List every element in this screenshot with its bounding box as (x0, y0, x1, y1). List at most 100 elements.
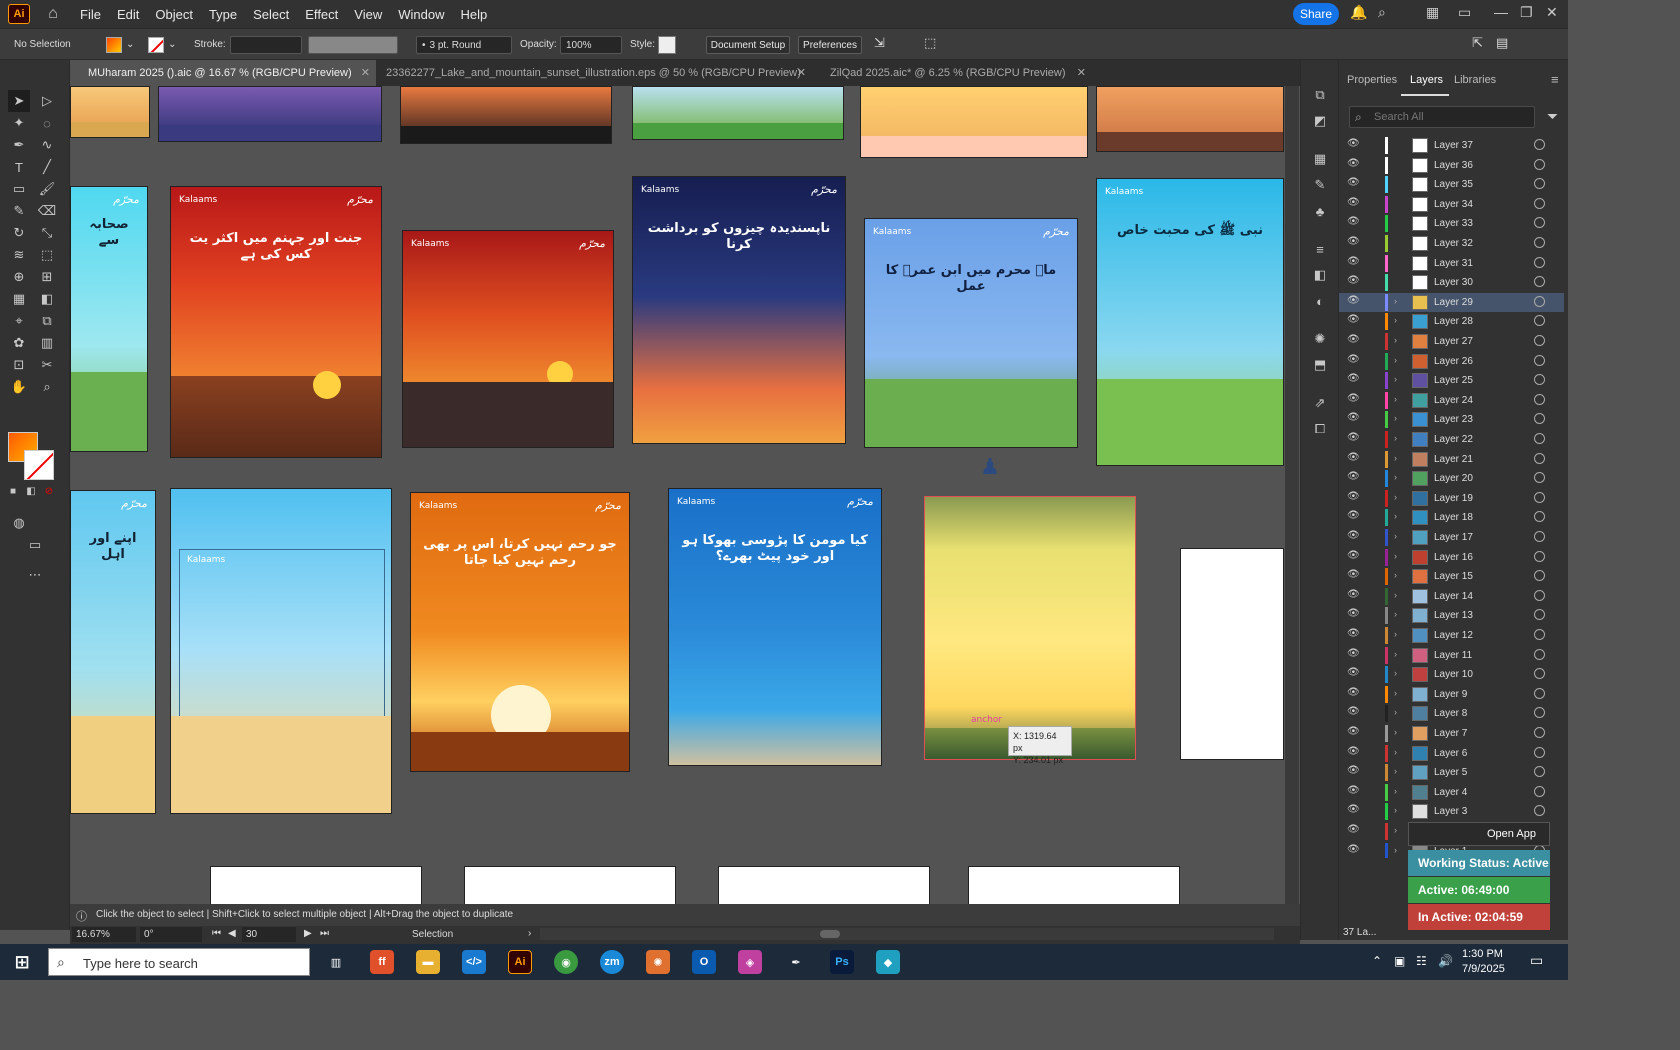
pen-tool-icon[interactable]: ✒ (8, 134, 30, 156)
stroke-swatch[interactable] (148, 37, 164, 53)
menu-object[interactable]: Object (155, 7, 193, 22)
slice-tool-icon[interactable]: ✂ (36, 354, 58, 376)
chevron-right-icon[interactable]: › (1394, 727, 1397, 737)
close-icon[interactable]: ✕ (1077, 66, 1086, 79)
selection-tool-icon[interactable]: ➤ (8, 90, 30, 112)
chevron-right-icon[interactable]: › (1394, 766, 1397, 776)
previous-artboard-icon[interactable]: ◀ (228, 928, 236, 939)
layer-name[interactable]: Layer 30 (1434, 277, 1473, 288)
symbols-panel-icon[interactable]: ♣ (1309, 200, 1331, 222)
draw-mode-icon[interactable]: ◍ (8, 512, 30, 534)
arrange-icon[interactable]: ⇲ (874, 35, 885, 51)
artboard[interactable]: Kalaams نبی ﷺ کی محبت خاص (1096, 178, 1284, 466)
target-icon[interactable] (1534, 648, 1545, 660)
layer-name[interactable]: Layer 36 (1434, 160, 1473, 171)
paintbrush-icon[interactable]: 🖌 (36, 178, 58, 200)
opacity-field[interactable]: 100% (560, 36, 622, 54)
layer-row[interactable]: 👁 › Layer 27 (1339, 332, 1564, 351)
target-icon[interactable] (1534, 609, 1545, 621)
tab-muharam-2025[interactable]: MUharam 2025 ().aic @ 16.67 % (RGB/CPU P… (70, 60, 376, 86)
artboard[interactable]: Kalaams محرّم (402, 230, 614, 448)
share-button[interactable]: Share (1293, 3, 1339, 25)
wifi-icon[interactable]: ☷ (1416, 954, 1427, 968)
chevron-right-icon[interactable]: › (1394, 805, 1397, 815)
windows-start-icon[interactable]: ⊞ (10, 950, 34, 974)
tab-layers[interactable]: Layers (1410, 74, 1443, 86)
perspective-grid-icon[interactable]: ⊞ (36, 266, 58, 288)
zoom-icon[interactable]: zm (600, 950, 624, 974)
stroke-color-icon[interactable] (24, 450, 54, 480)
layer-row[interactable]: 👁 › Layer 7 (1339, 724, 1564, 743)
layer-name[interactable]: Layer 24 (1434, 395, 1473, 406)
layer-row[interactable]: 👁 › Layer 6 (1339, 744, 1564, 763)
eye-icon[interactable]: 👁 (1347, 687, 1361, 701)
target-icon[interactable] (1534, 727, 1545, 738)
layer-row[interactable]: 👁 › Layer 17 (1339, 528, 1564, 547)
stroke-panel-icon[interactable]: ≡ (1309, 238, 1331, 260)
file-explorer-icon[interactable]: ▬ (416, 950, 440, 974)
target-icon[interactable] (1534, 413, 1545, 425)
menu-edit[interactable]: Edit (117, 7, 139, 22)
gradient-panel-icon[interactable]: ◧ (1309, 264, 1331, 286)
screen-mode-icon[interactable]: ▭ (24, 534, 46, 556)
pen-app-icon[interactable]: ✒ (784, 950, 808, 974)
layer-name[interactable]: Layer 18 (1434, 512, 1473, 523)
firefox-icon[interactable]: ff (370, 950, 394, 974)
affinity-icon[interactable]: ◈ (738, 950, 762, 974)
target-icon[interactable] (1534, 374, 1545, 386)
chevron-right-icon[interactable]: › (1394, 825, 1397, 835)
artboard[interactable]: Kalaams محرّم جو رحم نہیں کرتا، اس پر بھ… (410, 492, 630, 772)
artboard[interactable] (860, 86, 1088, 158)
layer-row[interactable]: 👁 › Layer 12 (1339, 626, 1564, 645)
chevron-right-icon[interactable]: › (1394, 413, 1397, 423)
menu-window[interactable]: Window (398, 7, 444, 22)
artboard[interactable]: Kalaams محرّم کیا مومن کا پڑوسی بھوکا ہو… (668, 488, 882, 766)
layer-row[interactable]: 👁 › Layer 22 (1339, 430, 1564, 449)
shaper-tool-icon[interactable]: ✎ (8, 200, 30, 222)
layer-row[interactable]: 👁 Layer 34 (1339, 195, 1564, 214)
layer-name[interactable]: Layer 35 (1434, 179, 1473, 190)
eye-icon[interactable]: 👁 (1347, 648, 1361, 662)
layer-name[interactable]: Layer 37 (1434, 140, 1473, 151)
artboard[interactable] (632, 86, 844, 140)
target-icon[interactable] (1534, 687, 1545, 699)
layer-row[interactable]: 👁 › Layer 26 (1339, 352, 1564, 371)
target-icon[interactable] (1534, 217, 1545, 229)
layer-row[interactable]: 👁 › Layer 9 (1339, 685, 1564, 704)
layer-row[interactable]: 👁 › Layer 29 (1339, 292, 1564, 312)
chevron-right-icon[interactable]: › (1394, 492, 1397, 502)
taskbar-search[interactable]: ⌕ Type here to search (48, 948, 310, 976)
layer-name[interactable]: Layer 27 (1434, 336, 1473, 347)
clock-time[interactable]: 1:30 PM (1462, 948, 1503, 960)
appearance-panel-icon[interactable]: ✺ (1309, 328, 1331, 350)
canvas[interactable]: محرّم صحابہ سے Kalaams محرّم جنت اور جہن… (70, 86, 1285, 904)
layer-row[interactable]: 👁 Layer 33 (1339, 214, 1564, 233)
eraser-icon[interactable]: ⌫ (36, 200, 58, 222)
tab-zilqad-2025[interactable]: ZilQad 2025.aic* @ 6.25 % (RGB/CPU Previ… (812, 60, 1092, 86)
eye-icon[interactable]: 👁 (1347, 275, 1361, 289)
layer-row[interactable]: 👁 › Layer 14 (1339, 587, 1564, 606)
variable-width-field[interactable] (308, 36, 398, 54)
target-icon[interactable] (1534, 629, 1545, 640)
layer-row[interactable]: 👁 › Layer 3 (1339, 802, 1564, 821)
artboard[interactable] (1096, 86, 1284, 152)
layer-name[interactable]: Layer 15 (1434, 571, 1473, 582)
transparency-panel-icon[interactable]: ◐ (1309, 290, 1331, 312)
target-icon[interactable] (1534, 335, 1545, 346)
eye-icon[interactable]: 👁 (1347, 569, 1361, 583)
eye-icon[interactable]: 👁 (1347, 138, 1361, 152)
target-icon[interactable] (1534, 295, 1545, 307)
eye-icon[interactable]: 👁 (1347, 608, 1361, 622)
eye-icon[interactable]: 👁 (1347, 471, 1361, 485)
illustrator-icon[interactable]: Ai (508, 950, 532, 974)
tab-properties[interactable]: Properties (1347, 74, 1397, 86)
target-icon[interactable] (1534, 805, 1545, 817)
eye-icon[interactable]: 👁 (1347, 844, 1361, 858)
more-tools-icon[interactable]: ⋯ (24, 564, 46, 586)
chevron-right-icon[interactable]: › (1394, 609, 1397, 619)
layer-name[interactable]: Layer 31 (1434, 258, 1473, 269)
vscode-icon[interactable]: </> (462, 950, 486, 974)
layer-name[interactable]: Layer 5 (1434, 767, 1467, 778)
curvature-tool-icon[interactable]: ∿ (36, 134, 58, 156)
chevron-right-icon[interactable]: › (1394, 355, 1397, 365)
